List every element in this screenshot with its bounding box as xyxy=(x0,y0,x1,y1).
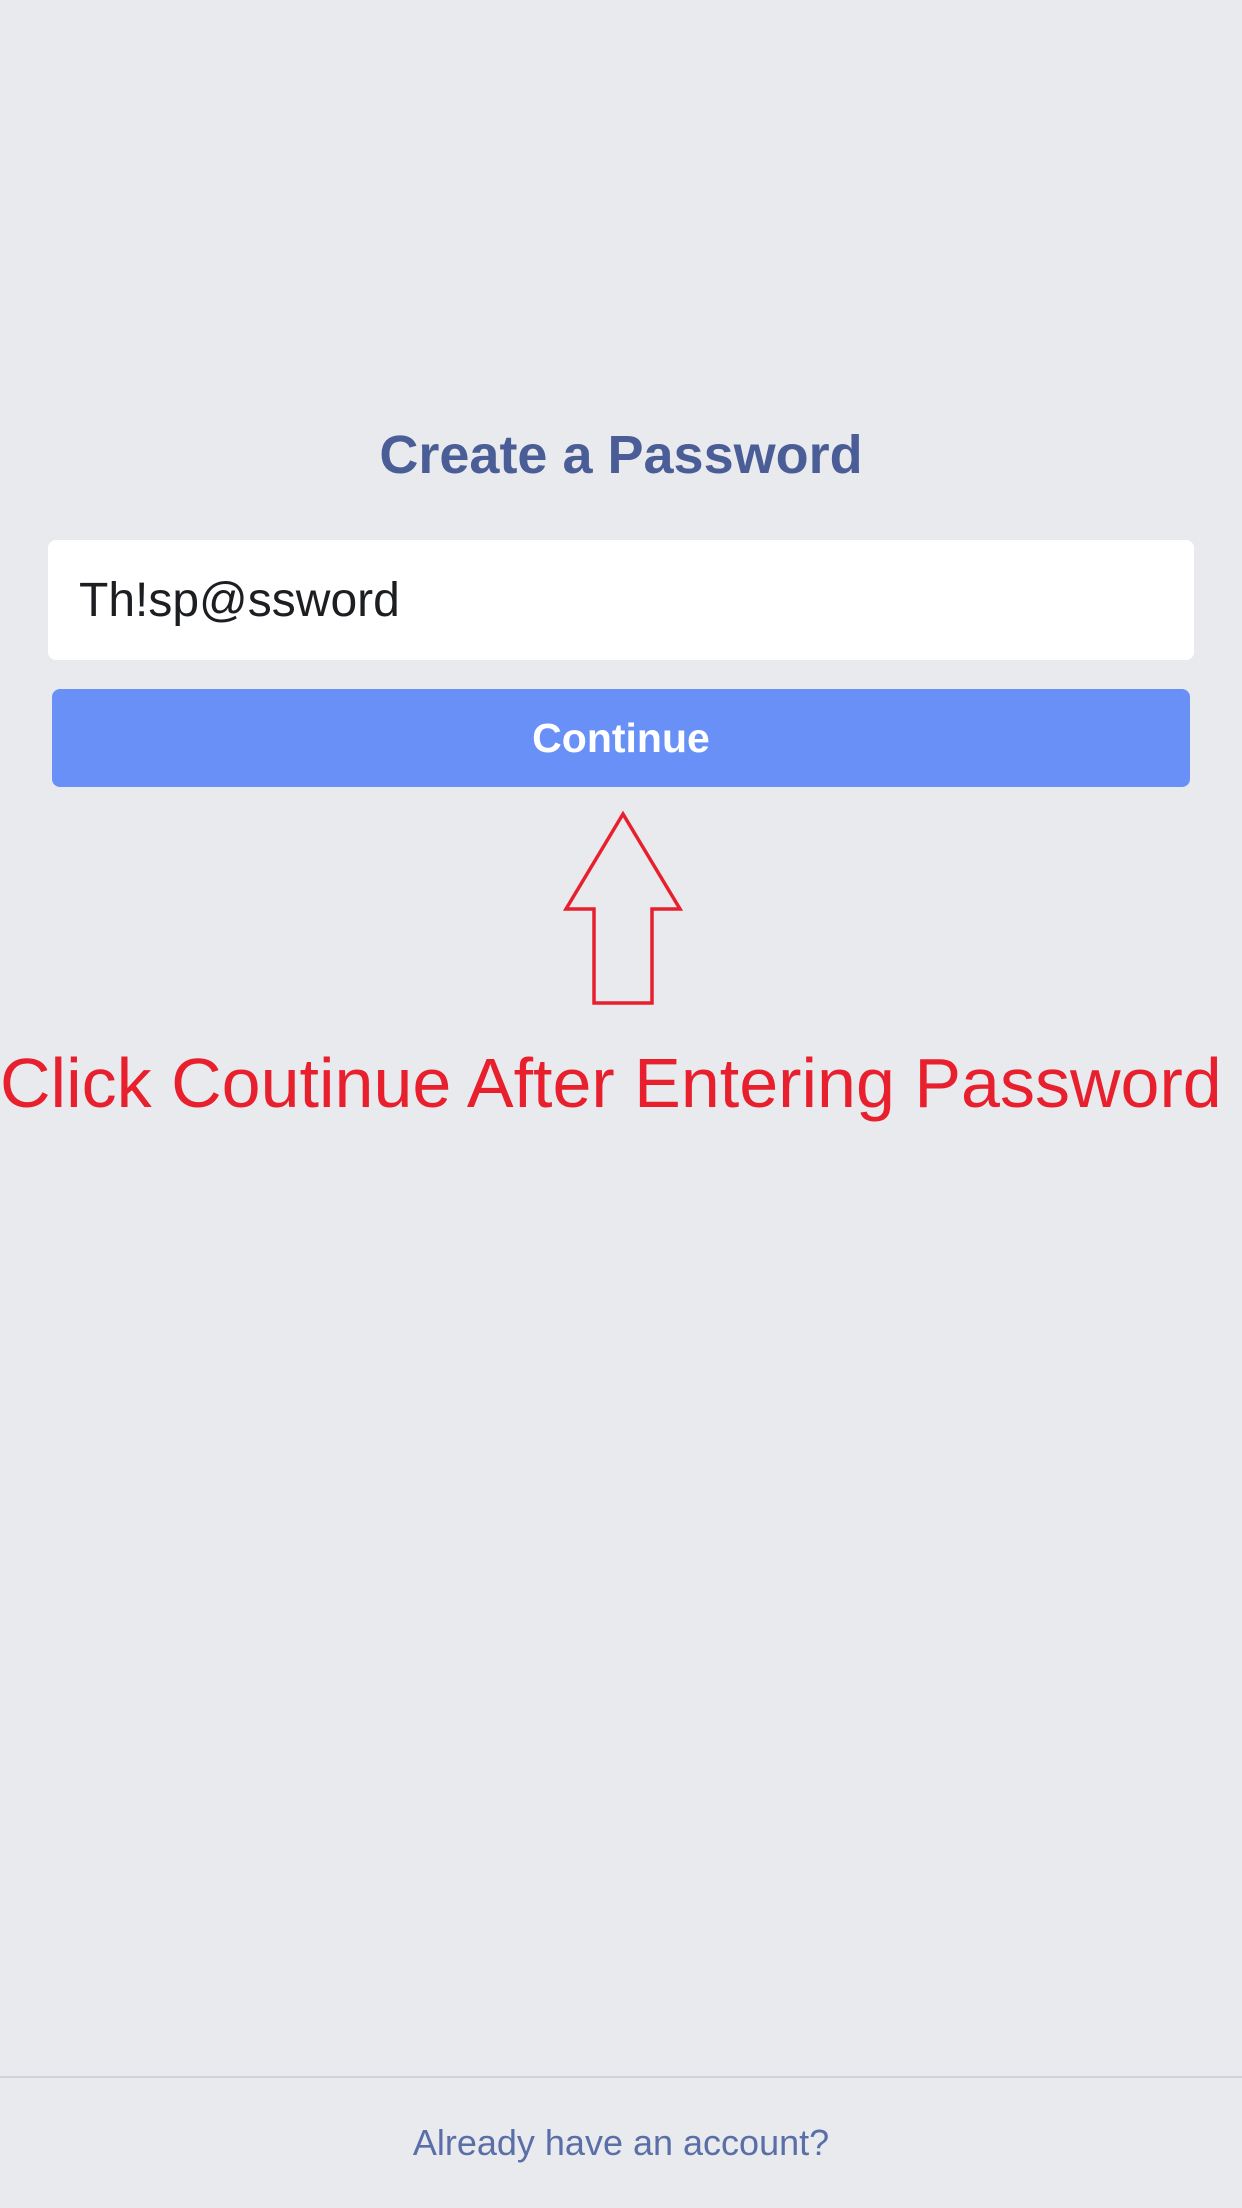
password-value: Th!sp@ssword xyxy=(79,573,400,627)
login-link[interactable]: Already have an account? xyxy=(0,2118,1242,2168)
continue-button-label: Continue xyxy=(532,714,710,761)
instruction-annotation: Click Coutinue After Entering Password xyxy=(0,1044,1222,1122)
password-input[interactable]: Th!sp@ssword xyxy=(48,540,1194,660)
continue-button[interactable]: Continue xyxy=(52,689,1190,787)
page-title: Create a Password xyxy=(379,425,863,485)
up-arrow-icon xyxy=(562,810,684,1005)
footer-divider xyxy=(0,2076,1242,2078)
